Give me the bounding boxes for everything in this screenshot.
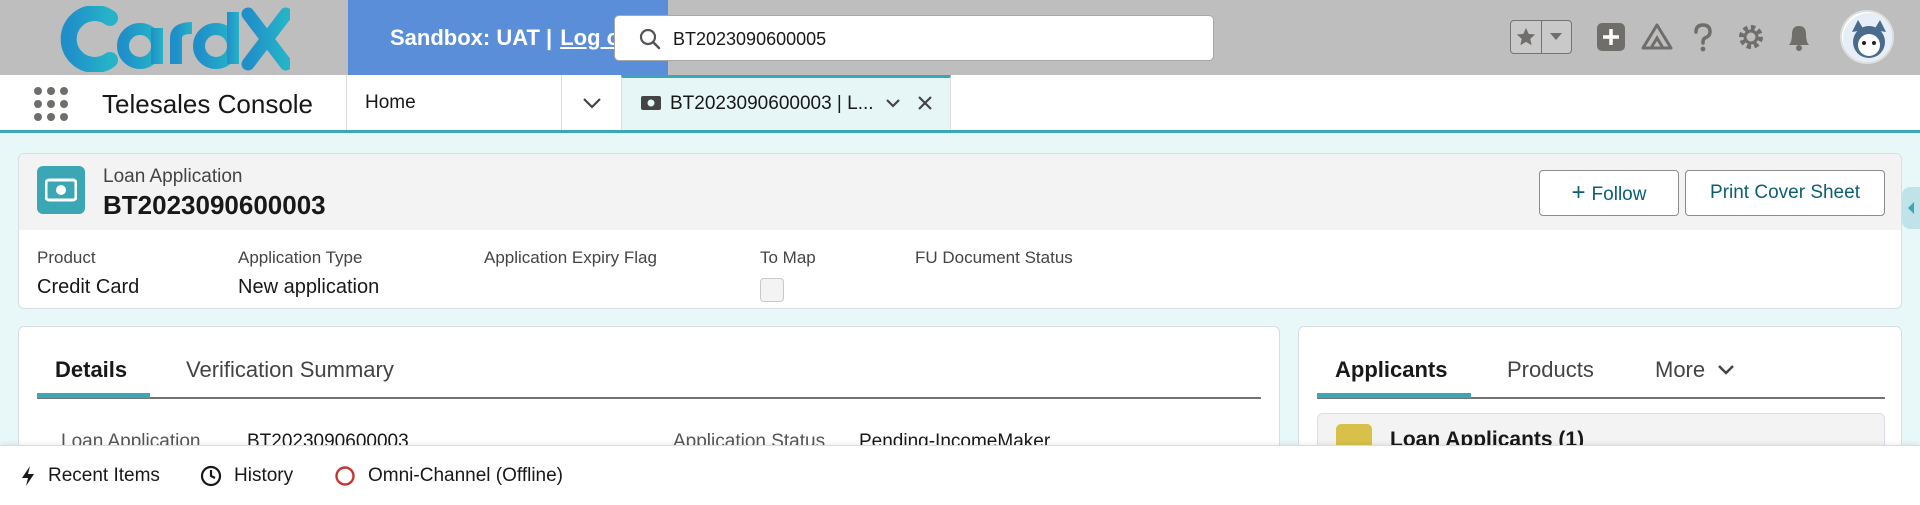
print-cover-sheet-button[interactable]: Print Cover Sheet xyxy=(1685,170,1885,216)
field-to-map: To Map xyxy=(760,248,816,302)
utility-label: Recent Items xyxy=(48,465,160,486)
field-application-expiry-flag: Application Expiry Flag xyxy=(484,248,657,268)
details-tabset: Details Verification Summary xyxy=(37,327,1261,399)
logout-link[interactable]: Log o xyxy=(560,25,620,50)
tab-close-icon[interactable] xyxy=(916,94,934,112)
to-map-checkbox xyxy=(760,278,784,302)
notifications-bell-icon[interactable] xyxy=(1782,20,1816,54)
global-header: Sandbox: UAT | Log o BT2023090600005 xyxy=(0,0,1920,75)
tab-more[interactable]: More xyxy=(1655,357,1735,383)
field-fu-document-status: FU Document Status xyxy=(915,248,1073,268)
utility-bar: Recent Items History Omni-Channel (Offli… xyxy=(0,445,1920,505)
plus-icon: + xyxy=(1571,179,1586,206)
field-label: Product xyxy=(37,248,96,267)
search-icon xyxy=(639,28,661,50)
tab-details[interactable]: Details xyxy=(55,357,127,383)
field-label: FU Document Status xyxy=(915,248,1073,267)
tab-verification-summary[interactable]: Verification Summary xyxy=(186,357,394,383)
highlight-fields: Product Credit Card Application Type New… xyxy=(19,230,1901,308)
app-launcher-waffle-icon[interactable] xyxy=(34,87,68,121)
field-label: To Map xyxy=(760,248,816,267)
console-navigation-bar: Telesales Console Home BT2023090600003 |… xyxy=(0,75,1920,133)
utility-label: Omni-Channel (Offline) xyxy=(368,465,564,486)
clock-icon xyxy=(200,465,222,487)
tab-chevron-down-icon[interactable] xyxy=(884,94,902,112)
record-highlights-panel: Loan Application BT2023090600003 + Follow… xyxy=(18,153,1902,309)
favorites-dropdown-icon[interactable] xyxy=(1540,21,1571,53)
utility-history[interactable]: History xyxy=(200,446,293,505)
tab-home[interactable]: Home xyxy=(346,75,561,130)
field-value: Credit Card xyxy=(37,276,140,298)
tab-products[interactable]: Products xyxy=(1507,357,1594,383)
chevron-down-icon xyxy=(1718,365,1735,375)
loan-application-icon xyxy=(37,166,85,214)
related-tabset: Applicants Products More xyxy=(1317,327,1885,399)
cardx-logo[interactable] xyxy=(58,5,293,73)
utility-label: History xyxy=(234,465,294,486)
utility-recent-items[interactable]: Recent Items xyxy=(20,446,160,505)
utility-omni-channel[interactable]: Omni-Channel (Offline) xyxy=(334,446,563,505)
tab-loan-application[interactable]: BT2023090600003 | L... xyxy=(621,75,951,130)
money-bill-icon xyxy=(641,96,661,110)
global-search-input[interactable]: BT2023090600005 xyxy=(614,15,1214,61)
nav-menu-chevron-down-icon[interactable] xyxy=(561,75,621,130)
active-tab-indicator xyxy=(37,393,150,398)
lightning-bolt-icon xyxy=(22,466,34,486)
field-label: Application Expiry Flag xyxy=(484,248,657,267)
app-name: Telesales Console xyxy=(102,89,314,119)
field-product: Product Credit Card xyxy=(37,248,139,299)
field-label: Application Type xyxy=(238,248,363,267)
follow-label: Follow xyxy=(1591,184,1647,205)
record-header: Loan Application BT2023090600003 + Follow… xyxy=(19,154,1901,230)
offline-status-icon xyxy=(335,466,355,486)
field-application-type: Application Type New application xyxy=(238,248,379,299)
tab-applicants[interactable]: Applicants xyxy=(1335,357,1447,383)
setup-gear-icon[interactable] xyxy=(1734,20,1768,54)
favorites-button-group xyxy=(1510,20,1572,54)
help-icon[interactable] xyxy=(1686,20,1720,54)
tab-label: BT2023090600003 | L... xyxy=(670,93,874,114)
utility-panel-toggle[interactable] xyxy=(1902,187,1920,229)
active-tab-indicator xyxy=(1317,393,1471,398)
follow-button[interactable]: + Follow xyxy=(1539,170,1679,216)
favorites-star-icon[interactable] xyxy=(1511,21,1541,53)
search-value: BT2023090600005 xyxy=(673,29,827,49)
field-value: New application xyxy=(238,276,380,298)
record-type-label: Loan Application xyxy=(103,166,243,187)
global-actions-plus-icon[interactable] xyxy=(1594,20,1628,54)
record-name: BT2023090600003 xyxy=(103,190,326,220)
user-avatar[interactable] xyxy=(1840,10,1894,64)
more-label: More xyxy=(1655,357,1706,382)
sandbox-label: Sandbox: UAT | xyxy=(390,25,553,50)
trailhead-icon[interactable] xyxy=(1640,20,1674,54)
